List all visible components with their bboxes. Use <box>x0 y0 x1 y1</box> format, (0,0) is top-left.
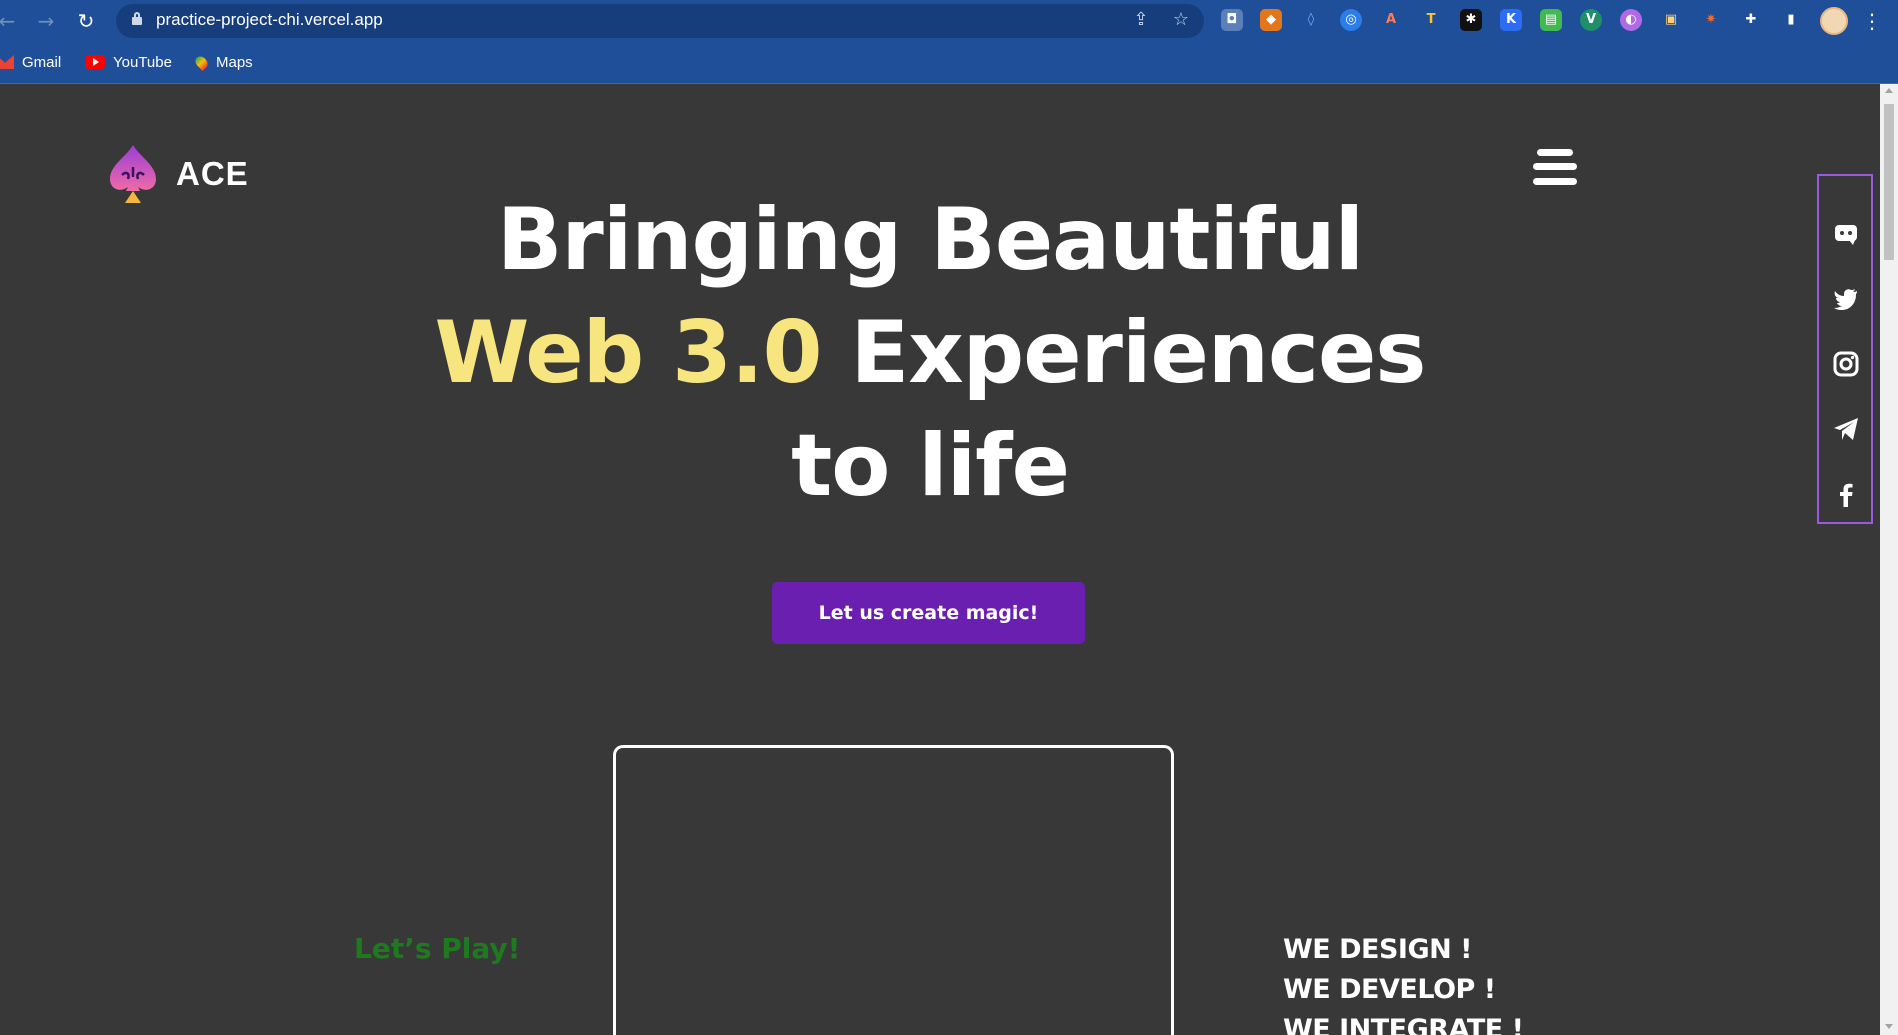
hero-accent: Web 3.0 <box>434 303 823 403</box>
metamask-extension-icon[interactable]: ◆ <box>1260 9 1282 31</box>
share-icon[interactable]: ⇪ <box>1130 9 1152 31</box>
page-scrollbar[interactable] <box>1880 84 1898 1035</box>
v-extension-icon[interactable]: V <box>1580 9 1602 31</box>
scroll-thumb[interactable] <box>1884 104 1894 260</box>
puzzle-extensions-icon[interactable]: ✚ <box>1740 9 1762 31</box>
hamburger-menu-icon[interactable] <box>1533 147 1577 187</box>
lock-icon[interactable] <box>132 12 142 25</box>
tool-extension-icon[interactable]: T <box>1420 9 1442 31</box>
lets-play-label[interactable]: Let’s Play! <box>354 932 520 965</box>
bookmarks-bar: Gmail YouTube Maps <box>0 41 1898 84</box>
we-list: WE DESIGN ! WE DEVELOP ! WE INTEGRATE ! <box>1283 930 1524 1035</box>
bookmark-gmail[interactable]: Gmail <box>0 50 61 74</box>
maps-icon <box>193 53 210 71</box>
bookmark-star-icon[interactable]: ☆ <box>1170 9 1192 31</box>
youtube-icon <box>85 55 105 69</box>
bookmark-label: Gmail <box>22 53 62 71</box>
video-frame[interactable] <box>613 745 1174 1035</box>
frog-extension-icon[interactable]: ▤ <box>1540 9 1562 31</box>
gmail-icon <box>0 55 14 69</box>
purple-extension-icon[interactable]: ◐ <box>1620 9 1642 31</box>
we-design-item: WE DESIGN ! <box>1283 934 1472 965</box>
wallet-extension-icon[interactable]: ◎ <box>1340 9 1362 31</box>
bookmark-maps[interactable]: Maps <box>193 50 253 74</box>
hero-line-3: to life <box>791 416 1070 516</box>
scroll-down-arrow-icon[interactable] <box>1885 1024 1893 1029</box>
instagram-icon[interactable] <box>1833 351 1859 377</box>
k-extension-icon[interactable]: K <box>1500 9 1522 31</box>
url-text[interactable]: practice-project-chi.vercel.app <box>156 10 383 30</box>
forward-arrow-icon[interactable]: → <box>33 8 59 34</box>
cta-button[interactable]: Let us create magic! <box>772 582 1085 644</box>
hero-line-2-rest: Experiences <box>821 303 1426 403</box>
we-develop-item: WE DEVELOP ! <box>1283 974 1496 1005</box>
bookmark-label: Maps <box>216 53 253 71</box>
bookmark-youtube[interactable]: YouTube <box>85 50 172 74</box>
social-sidebar <box>1817 174 1873 524</box>
slack-extension-icon[interactable]: ✱ <box>1460 9 1482 31</box>
facebook-icon[interactable] <box>1833 481 1859 507</box>
twitter-icon[interactable] <box>1833 286 1859 312</box>
reload-icon[interactable]: ↻ <box>73 8 99 34</box>
camera-extension-icon[interactable]: ◘ <box>1221 9 1243 31</box>
discord-icon[interactable] <box>1833 221 1859 247</box>
brand-name: ACE <box>176 155 249 192</box>
site-logo[interactable]: ACE <box>106 143 249 205</box>
hero-line-2: Web 3.0 Experiences <box>360 297 1500 410</box>
spade-logo-icon <box>106 143 160 205</box>
page-viewport: ACE Bringing Beautiful Web 3.0 Experienc… <box>0 84 1880 1035</box>
back-arrow-icon[interactable]: ← <box>0 8 20 34</box>
telegram-icon[interactable] <box>1833 416 1859 442</box>
hero-line-1: Bringing Beautiful <box>496 190 1364 290</box>
ticket-extension-icon[interactable]: ▣ <box>1660 9 1682 31</box>
hero-heading: Bringing Beautiful Web 3.0 Experiences t… <box>360 184 1500 523</box>
sidepanel-icon[interactable]: ▮ <box>1780 9 1802 31</box>
browser-toolbar: ← → ↻ practice-project-chi.vercel.app ⇪ … <box>0 0 1898 41</box>
profile-avatar[interactable] <box>1820 7 1848 35</box>
scroll-up-arrow-icon[interactable] <box>1885 88 1893 93</box>
spark-extension-icon[interactable]: ✷ <box>1700 9 1722 31</box>
we-integrate-item: WE INTEGRATE ! <box>1283 1014 1524 1035</box>
bookmark-label: YouTube <box>113 53 172 71</box>
drop-extension-icon[interactable]: ◊ <box>1300 9 1322 31</box>
browser-menu-icon[interactable]: ⋮ <box>1862 7 1882 35</box>
a-extension-icon[interactable]: A <box>1380 9 1402 31</box>
